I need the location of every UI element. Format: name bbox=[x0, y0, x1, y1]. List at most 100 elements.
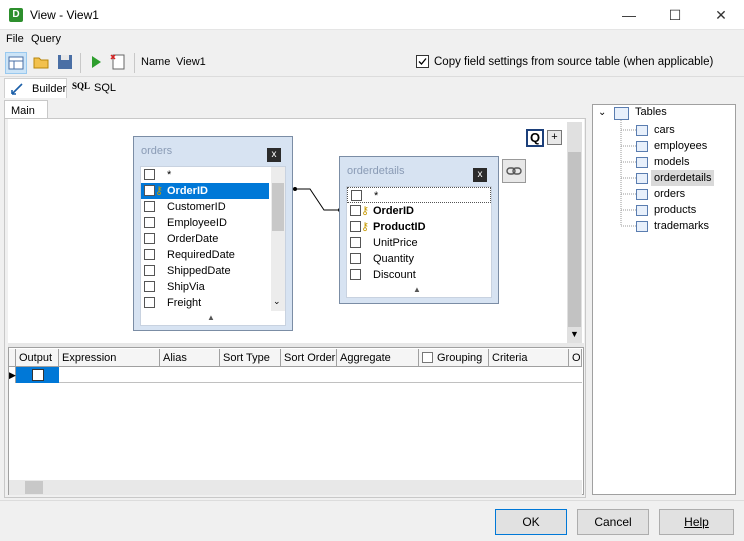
field-checkbox[interactable] bbox=[144, 217, 155, 228]
grid-header-criteria[interactable]: Criteria bbox=[489, 349, 569, 367]
field-checkbox[interactable] bbox=[144, 297, 155, 308]
field-checkbox[interactable] bbox=[350, 221, 361, 232]
menu-file[interactable]: File bbox=[6, 33, 24, 45]
field-checkbox[interactable] bbox=[144, 281, 155, 292]
field-row[interactable]: Discount bbox=[347, 267, 491, 283]
tab-main[interactable]: Main bbox=[4, 100, 48, 119]
field-row[interactable]: ⚷ OrderID bbox=[347, 203, 491, 219]
field-checkbox[interactable] bbox=[144, 233, 155, 244]
close-table-orders[interactable]: x bbox=[267, 148, 281, 162]
close-button[interactable]: ✕ bbox=[698, 0, 744, 30]
tab-builder-label: Builder bbox=[32, 83, 67, 95]
play-icon bbox=[92, 56, 101, 68]
field-row[interactable]: EmployeeID bbox=[141, 215, 285, 231]
grid-scrollbar[interactable] bbox=[9, 480, 582, 495]
tree-item[interactable]: cars bbox=[654, 122, 675, 138]
scroll-thumb[interactable] bbox=[568, 152, 581, 327]
field-row[interactable]: RequiredDate bbox=[141, 247, 285, 263]
field-checkbox[interactable] bbox=[350, 205, 361, 216]
field-row[interactable]: Quantity bbox=[347, 251, 491, 267]
toolbar-separator bbox=[80, 53, 81, 73]
tree-item[interactable]: orders bbox=[654, 186, 685, 202]
grid-cell-output[interactable] bbox=[16, 367, 59, 383]
copy-settings-label[interactable]: Copy field settings from source table (w… bbox=[434, 56, 713, 68]
field-row[interactable]: UnitPrice bbox=[347, 235, 491, 251]
grid-header-grouping[interactable]: Grouping bbox=[419, 349, 489, 367]
save-button[interactable] bbox=[55, 52, 77, 74]
add-table-button[interactable]: + bbox=[547, 130, 562, 145]
resize-up-icon[interactable]: ▲ bbox=[413, 285, 421, 294]
tree-item[interactable]: products bbox=[654, 202, 696, 218]
grid-header-sort-order[interactable]: Sort Order bbox=[281, 349, 337, 367]
grid-header-or[interactable]: Or bbox=[569, 349, 582, 367]
field-checkbox[interactable] bbox=[350, 237, 361, 248]
field-checkbox[interactable] bbox=[144, 169, 155, 180]
cancel-button[interactable]: Cancel bbox=[577, 509, 649, 535]
grid-header-aggregate[interactable]: Aggregate bbox=[337, 349, 419, 367]
field-row[interactable]: CustomerID bbox=[141, 199, 285, 215]
field-checkbox[interactable] bbox=[144, 249, 155, 260]
chevron-down-icon[interactable]: ⌄ bbox=[598, 107, 606, 118]
table-orders[interactable]: orders x * ⚷ OrderID CustomerID EmployeeI… bbox=[133, 136, 293, 331]
new-document-icon bbox=[110, 54, 125, 70]
field-checkbox[interactable] bbox=[144, 265, 155, 276]
tree-item[interactable]: trademarks bbox=[654, 218, 709, 234]
field-row[interactable]: Freight bbox=[141, 295, 285, 311]
minimize-button[interactable]: — bbox=[606, 0, 652, 30]
tree-root-label[interactable]: Tables bbox=[635, 106, 667, 118]
help-label: Help bbox=[684, 515, 709, 529]
scroll-thumb[interactable] bbox=[25, 481, 43, 494]
designer-view-button[interactable] bbox=[5, 52, 27, 74]
grid-icon bbox=[8, 56, 24, 70]
chevron-down-icon[interactable]: ⌄ bbox=[273, 296, 281, 307]
tree-item-selected[interactable]: orderdetails bbox=[651, 170, 715, 186]
resize-up-icon[interactable]: ▲ bbox=[207, 313, 215, 322]
table-scrollbar[interactable]: ⌄ bbox=[271, 167, 285, 311]
scroll-thumb[interactable] bbox=[272, 183, 284, 231]
q-button[interactable]: Q bbox=[526, 129, 544, 147]
help-button[interactable]: Help bbox=[659, 509, 734, 535]
field-row[interactable]: ⚷ OrderID bbox=[141, 183, 269, 199]
field-row[interactable]: ⚷ ProductID bbox=[347, 219, 491, 235]
field-checkbox[interactable] bbox=[350, 269, 361, 280]
field-row[interactable]: * bbox=[141, 167, 285, 183]
field-row[interactable]: ShipVia bbox=[141, 279, 285, 295]
field-checkbox[interactable] bbox=[350, 253, 361, 264]
link-button[interactable] bbox=[502, 159, 526, 183]
field-row[interactable]: * bbox=[347, 187, 491, 203]
field-checkbox[interactable] bbox=[351, 190, 362, 201]
chevron-down-icon[interactable]: ▼ bbox=[570, 329, 579, 339]
tab-sql[interactable]: SQL SQL bbox=[70, 78, 120, 98]
field-name: OrderID bbox=[167, 185, 208, 197]
close-table-orderdetails[interactable]: x bbox=[473, 168, 487, 182]
grid-corner bbox=[9, 349, 16, 367]
open-button[interactable] bbox=[31, 52, 53, 74]
table-row[interactable] bbox=[59, 367, 582, 383]
grid-header-alias[interactable]: Alias bbox=[160, 349, 220, 367]
field-row[interactable]: OrderDate bbox=[141, 231, 285, 247]
grouping-checkbox[interactable] bbox=[422, 352, 433, 363]
app-icon: D bbox=[9, 8, 23, 22]
ok-button[interactable]: OK bbox=[495, 509, 567, 535]
output-checkbox[interactable] bbox=[32, 369, 44, 381]
checkmark-icon bbox=[418, 58, 427, 65]
grid-header-expression[interactable]: Expression bbox=[59, 349, 160, 367]
copy-settings-checkbox[interactable] bbox=[416, 55, 429, 68]
field-checkbox[interactable] bbox=[144, 201, 155, 212]
row-indicator-icon: ▶ bbox=[9, 367, 16, 383]
grid-header-output[interactable]: Output bbox=[16, 349, 59, 367]
tree-item[interactable]: models bbox=[654, 154, 689, 170]
designer-scrollbar[interactable]: ▼ bbox=[567, 122, 582, 343]
menu-query[interactable]: Query bbox=[31, 33, 61, 45]
maximize-button[interactable]: ☐ bbox=[652, 0, 698, 30]
tree-item[interactable]: employees bbox=[654, 138, 707, 154]
tab-builder[interactable]: Builder bbox=[4, 78, 67, 98]
grid-header-sort-type[interactable]: Sort Type bbox=[220, 349, 281, 367]
run-button[interactable] bbox=[86, 52, 108, 74]
field-list: * ⚷ OrderID CustomerID EmployeeID OrderDa… bbox=[140, 166, 286, 326]
link-icon bbox=[506, 167, 522, 175]
field-checkbox[interactable] bbox=[144, 185, 155, 196]
field-row[interactable]: ShippedDate bbox=[141, 263, 285, 279]
table-orderdetails[interactable]: orderdetails x * ⚷ OrderID ⚷ ProductID Uni… bbox=[339, 156, 499, 304]
new-button[interactable] bbox=[108, 52, 130, 74]
